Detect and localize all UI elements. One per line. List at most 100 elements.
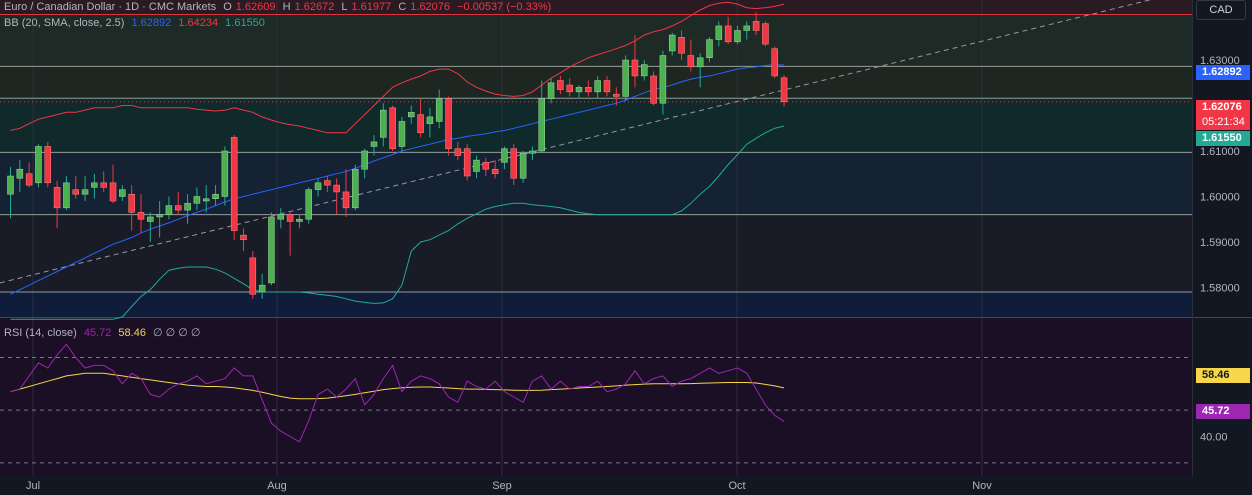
- price-band-5: [0, 214, 1192, 292]
- candle-body-16: [156, 214, 163, 218]
- candle-body-68: [641, 64, 648, 77]
- candle-body-55: [519, 153, 527, 179]
- candle-body-7: [72, 189, 79, 195]
- candle-body-20: [193, 196, 201, 204]
- time-label-4: Nov: [972, 480, 992, 492]
- high-value: 1.62672: [294, 1, 335, 13]
- candle-body-64: [603, 80, 611, 93]
- candle-body-48: [454, 148, 462, 156]
- candle-body-19: [184, 203, 191, 211]
- candle-body-82: [771, 48, 778, 77]
- candle-body-73: [687, 55, 695, 68]
- candle-body-83: [780, 77, 788, 103]
- candle-body-39: [370, 141, 378, 147]
- candle-body-44: [417, 114, 424, 134]
- candle-body-15: [147, 216, 154, 222]
- rsi-ma-tag: 58.46: [1196, 368, 1250, 383]
- rsi-value: 45.72: [83, 327, 112, 339]
- candle-body-17: [165, 205, 173, 215]
- price-band-6: [0, 291, 1192, 317]
- low-label: L: [341, 1, 348, 13]
- candle-body-36: [342, 191, 350, 209]
- rsi-legend[interactable]: RSI (14, close) 45.72 58.46 ∅ ∅ ∅ ∅: [4, 326, 205, 340]
- price-band-3: [0, 98, 1192, 153]
- candle-body-53: [501, 148, 508, 163]
- candle-body-28: [268, 216, 275, 284]
- candle-body-57: [538, 98, 545, 152]
- candle-body-40: [380, 109, 387, 138]
- open-value: 1.62609: [235, 1, 276, 13]
- candle-body-8: [81, 189, 89, 195]
- candle-body-14: [137, 212, 145, 220]
- candle-body-13: [128, 193, 135, 213]
- candle-body-35: [333, 184, 340, 193]
- candle-body-47: [445, 98, 452, 149]
- price-tick-label-3: 1.61000: [1200, 146, 1240, 158]
- candle-body-24: [230, 137, 238, 231]
- candle-body-23: [221, 150, 229, 197]
- candle-body-50: [473, 159, 480, 172]
- candle-body-41: [389, 107, 396, 149]
- candle-body-49: [463, 148, 471, 177]
- price-tick-label-6: 1.58000: [1200, 282, 1240, 294]
- time-label-0: Jul: [26, 480, 40, 492]
- rsi-label: RSI (14, close): [4, 327, 77, 339]
- bb-label: BB (20, SMA, close, 2.5): [4, 17, 125, 29]
- low-value: 1.61977: [351, 1, 392, 13]
- bb-basis-value: 1.62892: [131, 17, 172, 29]
- candle-body-56: [529, 150, 536, 154]
- time-label-2: Sep: [492, 480, 512, 492]
- candle-body-74: [696, 57, 704, 68]
- candle-body-70: [659, 55, 667, 104]
- candle-body-46: [435, 98, 443, 122]
- high-label: H: [282, 1, 291, 13]
- candle-body-31: [296, 218, 303, 222]
- price-tick-label-4: 1.60000: [1200, 191, 1240, 203]
- chart-canvas[interactable]: 1.640001.630001.620001.610001.600001.590…: [0, 0, 1252, 495]
- rsi-tick-label-0: 40.00: [1200, 432, 1228, 444]
- close-label: C: [398, 1, 407, 13]
- price-tick-label-5: 1.59000: [1200, 237, 1240, 249]
- candle-body-21: [202, 198, 210, 202]
- candle-body-11: [109, 182, 117, 202]
- candle-body-29: [277, 214, 285, 220]
- candle-body-67: [631, 59, 639, 77]
- candle-body-0: [7, 175, 14, 195]
- candle-body-1: [16, 168, 24, 179]
- bb-legend[interactable]: BB (20, SMA, close, 2.5) 1.62892 1.64234…: [4, 16, 269, 30]
- rsi-ma-value: 58.46: [118, 327, 146, 339]
- candle-body-72: [678, 37, 685, 54]
- candle-body-4: [44, 146, 52, 184]
- candle-body-69: [650, 75, 657, 104]
- candle-body-25: [240, 234, 247, 240]
- bb-lower-tag: 1.61550: [1196, 131, 1250, 146]
- candle-body-37: [352, 168, 359, 209]
- time-label-1: Aug: [267, 480, 287, 492]
- candle-body-10: [100, 182, 107, 188]
- candle-body-32: [305, 189, 312, 220]
- bb-basis-tag: 1.62892: [1196, 65, 1250, 80]
- candle-body-79: [743, 25, 751, 31]
- candle-body-59: [557, 80, 564, 90]
- currency-label: CAD: [1209, 4, 1233, 16]
- candle-body-51: [482, 162, 490, 170]
- bb-upper-value: 1.64234: [178, 17, 219, 29]
- candle-body-9: [91, 182, 98, 188]
- candle-body-61: [575, 87, 583, 93]
- candle-body-54: [510, 148, 518, 179]
- candle-body-5: [53, 187, 61, 209]
- symbol-title: Euro / Canadian Dollar · 1D · CMC Market…: [4, 1, 217, 13]
- candle-body-12: [119, 189, 126, 197]
- candle-body-2: [25, 173, 33, 186]
- rsi-placeholders: ∅ ∅ ∅ ∅: [153, 327, 201, 339]
- candle-body-75: [706, 39, 713, 59]
- candle-body-52: [491, 168, 499, 174]
- bb-lower-value: 1.61550: [225, 17, 265, 29]
- currency-button[interactable]: CAD: [1196, 0, 1246, 20]
- rsi-pane-background: [0, 318, 1192, 476]
- candle-body-22: [212, 193, 219, 200]
- candle-body-78: [734, 30, 741, 43]
- open-label: O: [223, 1, 232, 13]
- last-price-tag: 1.62076 05:21:34: [1196, 100, 1250, 130]
- candle-countdown: 05:21:34: [1202, 116, 1245, 128]
